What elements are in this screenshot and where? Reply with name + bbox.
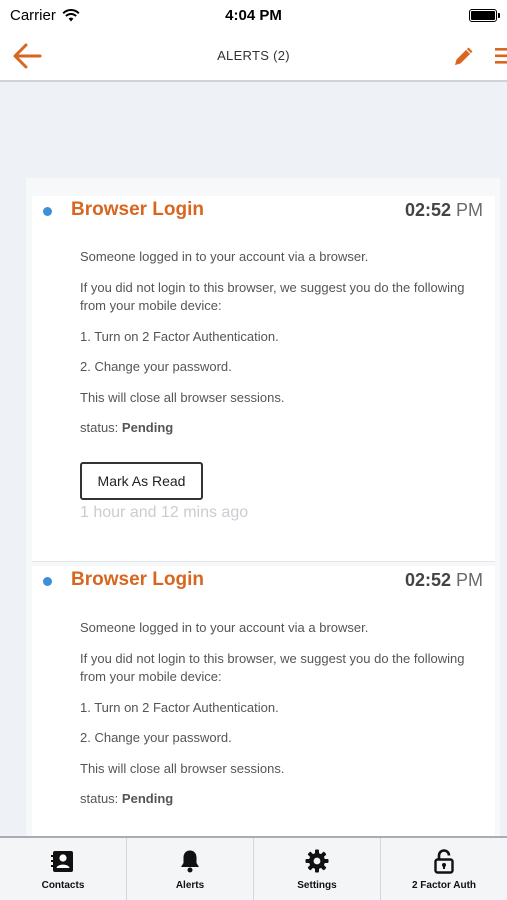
tab-settings[interactable]: Settings	[254, 838, 381, 900]
alert-time: 02:52 PM	[405, 570, 483, 591]
tab-2-factor-auth[interactable]: 2 Factor Auth	[381, 838, 507, 900]
unread-dot	[43, 577, 52, 586]
page-title: ALERTS (2)	[217, 47, 290, 63]
menu-icon[interactable]	[492, 47, 507, 65]
lock-icon	[434, 848, 454, 874]
status-label: status:	[80, 791, 119, 806]
alert-line-2a: If you did not login to this browser, we…	[80, 280, 465, 295]
alert-title: Browser Login	[71, 199, 205, 220]
alert-age: 1 hour and 12 mins ago	[80, 504, 249, 521]
alert-card: Browser Login 02:52 PM Someone logged in…	[32, 566, 495, 836]
nav-bar: ALERTS (2)	[0, 30, 507, 82]
alert-line-3: 1. Turn on 2 Factor Authentication.	[80, 329, 279, 344]
alert-line-1: Someone logged in to your account via a …	[80, 620, 369, 635]
tab-label: Settings	[297, 879, 337, 891]
alert-line-2b: from your mobile device:	[80, 669, 222, 684]
status-label: status:	[80, 420, 119, 435]
alert-time-ampm: PM	[456, 570, 483, 590]
alert-line-4: 2. Change your password.	[80, 359, 232, 374]
alert-time-value: 02:52	[404, 200, 451, 220]
alert-line-1: Someone logged in to your account via a …	[80, 249, 369, 264]
unread-dot	[43, 207, 52, 216]
tab-label: 2 Factor Auth	[411, 879, 477, 891]
clock: 4:04 PM	[225, 6, 282, 24]
contacts-icon	[51, 850, 73, 872]
alert-card: Browser Login 02:52 PM Someone logged in…	[32, 196, 495, 562]
mark-as-read-button[interactable]: Mark As Read	[80, 462, 203, 500]
alert-line-2a: If you did not login to this browser, we…	[80, 651, 465, 666]
tab-label: Contacts	[41, 879, 85, 891]
tab-contacts[interactable]: Contacts	[0, 838, 127, 900]
status-bar: Carrier 4:04 PM	[0, 0, 507, 30]
alert-time-ampm: PM	[456, 200, 483, 220]
alert-time-value: 02:52	[404, 570, 451, 590]
back-arrow-icon[interactable]	[12, 42, 42, 70]
alert-line-5: This will close all browser sessions.	[80, 761, 285, 776]
alert-status: status: Pending	[80, 419, 490, 437]
tab-label: Alerts	[175, 879, 205, 891]
bell-icon	[181, 850, 199, 872]
pencil-icon[interactable]	[452, 44, 476, 68]
alerts-list[interactable]: Browser Login 02:52 PM Someone logged in…	[0, 82, 507, 836]
tab-bar: Contacts Alerts Settings 2 Factor Auth	[0, 836, 507, 900]
status-value: Pending	[121, 420, 174, 435]
alert-status: status: Pending	[80, 790, 490, 808]
status-value: Pending	[121, 791, 174, 806]
alert-line-2b: from your mobile device:	[80, 298, 222, 313]
alert-line-5: This will close all browser sessions.	[80, 390, 285, 405]
alert-line-4: 2. Change your password.	[80, 730, 232, 745]
tab-alerts[interactable]: Alerts	[127, 838, 254, 900]
alert-title: Browser Login	[71, 569, 205, 590]
alert-time: 02:52 PM	[405, 200, 483, 221]
divider	[32, 561, 495, 562]
battery-icon	[469, 8, 500, 22]
alert-line-3: 1. Turn on 2 Factor Authentication.	[80, 700, 279, 715]
gear-icon	[305, 849, 329, 872]
